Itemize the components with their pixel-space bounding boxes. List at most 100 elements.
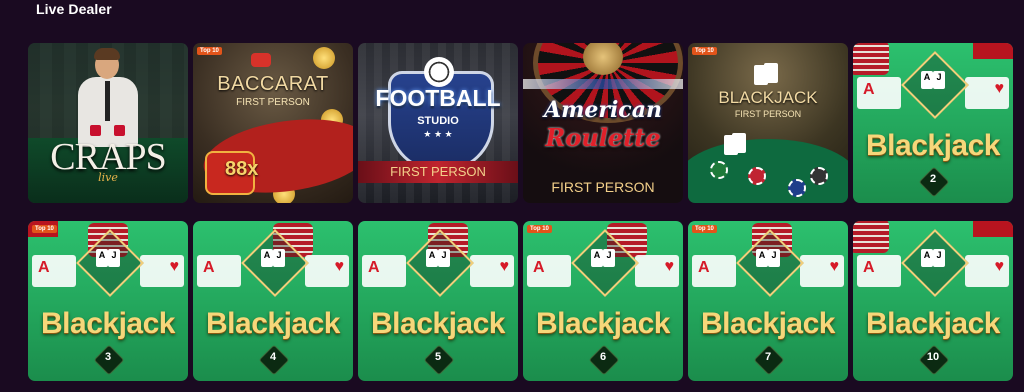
table-number: 6	[599, 351, 607, 363]
ace-icon: A	[863, 81, 875, 98]
felt-card: A	[32, 255, 76, 287]
felt-card: ♥	[965, 255, 1009, 287]
playing-card-icon	[732, 133, 746, 153]
tile-title: Blackjack	[206, 307, 340, 340]
game-tile-american-roulette[interactable]: American Roulette FIRST PERSON	[523, 43, 683, 203]
table-number: 5	[434, 351, 442, 363]
top10-badge: Top 10	[692, 47, 717, 55]
heart-icon: ♥	[664, 258, 675, 275]
chips-stack	[853, 221, 889, 253]
playing-card-icon: J	[108, 249, 120, 267]
table-number: 10	[926, 351, 940, 363]
felt-card: A	[527, 255, 571, 287]
stars-ribbon	[523, 79, 683, 89]
tile-title: FOOTBALL	[375, 85, 501, 111]
top10-badge: Top 10	[692, 225, 717, 233]
table-edge	[973, 221, 1013, 237]
ace-icon: A	[863, 259, 875, 276]
tile-title: American	[544, 97, 662, 123]
playing-card-icon	[764, 63, 778, 83]
heart-icon: ♥	[994, 80, 1005, 97]
ace-icon: A	[698, 259, 710, 276]
tile-subtitle: FIRST PERSON	[236, 97, 310, 108]
tile-title: Blackjack	[701, 307, 835, 340]
multiplier-label: 88x	[225, 158, 259, 180]
ace-icon: A	[203, 259, 215, 276]
dealer-hair	[94, 48, 120, 60]
game-tile-craps[interactable]: CRAPS live	[28, 43, 188, 203]
playing-card-icon: J	[273, 249, 285, 267]
tile-title: BLACKJACK	[718, 88, 818, 107]
playing-card-icon: J	[768, 249, 780, 267]
felt-card: ♥	[800, 255, 844, 287]
tile-title: Blackjack	[866, 307, 1000, 340]
felt-card: ♥	[305, 255, 349, 287]
tile-title: Blackjack	[866, 129, 1000, 162]
coin-icon	[313, 47, 335, 69]
table-number: 3	[104, 351, 112, 363]
heart-icon: ♥	[994, 258, 1005, 275]
tile-subtitle: FIRST PERSON	[551, 179, 655, 195]
tile-title: Blackjack	[371, 307, 505, 340]
game-tile-blackjack-4[interactable]: A ♥ A J Blackjack 4	[193, 221, 353, 381]
playing-card-icon: A	[591, 249, 603, 267]
playing-card-icon: A	[921, 71, 933, 89]
dealer-tie	[105, 81, 110, 121]
playing-card-icon: A	[921, 249, 933, 267]
game-tile-blackjack-3[interactable]: Top 10 A ♥ A J Blackjack 3	[28, 221, 188, 381]
chip-icon	[788, 179, 806, 197]
table-edge	[973, 43, 1013, 59]
game-tile-blackjack-2[interactable]: A ♥ A J Blackjack 2	[853, 43, 1013, 203]
ace-icon: A	[38, 259, 50, 276]
top10-badge: Top 10	[527, 225, 552, 233]
felt-card: ♥	[470, 255, 514, 287]
chip-icon	[810, 167, 828, 185]
chip-icon	[251, 53, 271, 67]
felt-card: A	[692, 255, 736, 287]
game-tile-blackjack-first-person[interactable]: Top 10 BLACKJACK FIRST PERSON	[688, 43, 848, 203]
top10-badge: Top 10	[197, 47, 222, 55]
playing-card-icon: A	[261, 249, 273, 267]
felt-card: ♥	[965, 77, 1009, 109]
game-tile-football-studio[interactable]: FOOTBALL STUDIO ★ ★ ★ FIRST PERSON	[358, 43, 518, 203]
tile-subtitle: FIRST PERSON	[390, 164, 486, 179]
felt-card: A	[362, 255, 406, 287]
game-tile-blackjack-10[interactable]: A ♥ A J Blackjack 10	[853, 221, 1013, 381]
heart-icon: ♥	[334, 258, 345, 275]
felt-card: ♥	[635, 255, 679, 287]
game-tile-blackjack-6[interactable]: Top 10 A ♥ A J Blackjack 6	[523, 221, 683, 381]
table-number: 4	[269, 351, 277, 363]
game-tile-blackjack-7[interactable]: Top 10 A ♥ A J Blackjack 7	[688, 221, 848, 381]
table-number: 2	[929, 173, 937, 185]
chips-stack	[853, 43, 889, 75]
felt-card: A	[857, 255, 901, 287]
ace-icon: A	[533, 259, 545, 276]
felt-card: A	[197, 255, 241, 287]
football-icon	[424, 57, 454, 87]
felt-card: ♥	[140, 255, 184, 287]
felt-card: A	[857, 77, 901, 109]
playing-card-icon: A	[96, 249, 108, 267]
playing-card-icon: J	[603, 249, 615, 267]
heart-icon: ♥	[499, 258, 510, 275]
game-tile-blackjack-5[interactable]: A ♥ A J Blackjack 5	[358, 221, 518, 381]
tile-title-line2: Roulette	[545, 123, 661, 152]
stars-icon: ★ ★ ★	[423, 129, 453, 139]
heart-icon: ♥	[169, 258, 180, 275]
tile-title: Blackjack	[536, 307, 670, 340]
chip-icon	[748, 167, 766, 185]
table-number: 7	[764, 351, 772, 363]
chip-icon	[710, 161, 728, 179]
playing-card-icon: J	[933, 71, 945, 89]
section-title: Live Dealer	[36, 1, 112, 17]
tile-title: Blackjack	[41, 307, 175, 340]
game-grid: CRAPS live Top 10 BACCARAT FIRST PERSON …	[28, 43, 1013, 381]
tile-studio-label: STUDIO	[417, 115, 459, 127]
playing-card-icon: A	[756, 249, 768, 267]
playing-card-icon: J	[438, 249, 450, 267]
ace-icon: A	[368, 259, 380, 276]
tile-subtitle: live	[98, 171, 118, 184]
playing-card-icon: J	[933, 249, 945, 267]
tile-title: BACCARAT	[217, 73, 329, 95]
game-tile-baccarat[interactable]: Top 10 BACCARAT FIRST PERSON 88x	[193, 43, 353, 203]
